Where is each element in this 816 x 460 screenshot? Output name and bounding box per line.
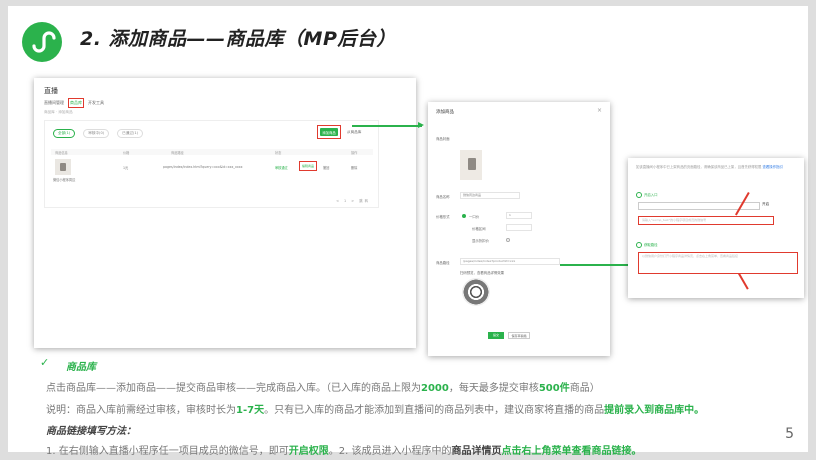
col-info: 商品信息 xyxy=(55,151,68,155)
cover-label: 商品封面 xyxy=(436,137,450,141)
path-label: 商品路径 xyxy=(436,261,450,265)
arrow-to-dialog-icon xyxy=(352,122,424,128)
line1-end: 商品） xyxy=(569,383,600,394)
path-field[interactable]: /pages/index/index?productId=xxx xyxy=(460,258,560,265)
page-number: 5 xyxy=(785,426,794,442)
line1-mid: ，每天最多提交审核 xyxy=(448,383,539,394)
permission-intro: 如该直播间小程序中已上架商品的页面路径，请确保该商品已上架，且首先获得权限 查看… xyxy=(636,164,786,170)
discount-radio[interactable] xyxy=(506,238,510,242)
qr-code-icon xyxy=(462,278,490,306)
line3-mid: 。2. 该成员进入小程序中的 xyxy=(328,446,452,457)
name-label: 商品名称 xyxy=(436,195,450,199)
col-path: 商品路径 xyxy=(171,151,184,155)
add-product-dialog-screenshot: 添加商品 × 商品封面 商品名称 微信周边商品 价格形式 一口价 1 价格区间 … xyxy=(428,102,610,356)
submit-button[interactable]: 提交 xyxy=(488,332,504,339)
product-path: pages/index/index.html?query=xxx&id=xxx_… xyxy=(163,165,243,169)
status-badge: 审核通过 xyxy=(275,166,288,170)
price-form-label: 价格形式 xyxy=(436,215,450,219)
intro-text: 如该直播间小程序中已上架商品的页面路径，请确保该商品已上架，且首先获得权限 xyxy=(636,165,762,169)
line3-bold: 商品详情页 xyxy=(451,446,502,457)
line1-text: 点击商品库——添加商品——提交商品审核——完成商品入库。（已入库的商品上限为 xyxy=(46,383,421,394)
mini-program-logo-icon xyxy=(22,22,62,62)
edit-product-button[interactable]: 编辑商品 xyxy=(299,161,317,171)
close-icon[interactable]: × xyxy=(597,107,602,114)
check-icon: ✓ xyxy=(40,356,50,369)
table-row: 微信小程序周边 1元 pages/index/index.html?query=… xyxy=(51,157,373,191)
breadcrumb: 商品库 · 添加商品 xyxy=(44,110,73,114)
col-status: 状态 xyxy=(275,151,282,155)
fill-method-heading: 商品链接填写方法： xyxy=(46,426,136,437)
annotation-line-icon xyxy=(738,273,749,290)
tab-room-management[interactable]: 直播间管理 xyxy=(44,100,64,106)
import-link[interactable]: 从商品库 xyxy=(347,130,361,135)
product-price: 1元 xyxy=(123,166,129,170)
tab-dev-tools[interactable]: 开发工具 xyxy=(88,100,104,106)
filter-reviewing[interactable]: 审核中(0) xyxy=(83,129,110,138)
tip-box-wechat-id: 请输入"wxmp_test"的小程序项目成员的微信号 xyxy=(638,216,774,225)
col-actions: 操作 xyxy=(351,151,358,155)
line2-emphasis: 提前录入到商品库中。 xyxy=(604,405,705,416)
delete-link[interactable]: 删除 xyxy=(351,165,357,170)
line2-mid: 。只有已入库的商品才能添加到直播间的商品列表中，建议商家将直播的商品 xyxy=(264,405,605,416)
product-thumbnail xyxy=(55,159,71,175)
price-range-label: 价格区间 xyxy=(472,227,486,231)
dialog-title: 添加商品 xyxy=(436,110,454,115)
price-range-field[interactable] xyxy=(506,224,532,231)
price-option-label: 一口价 xyxy=(469,215,480,219)
name-field[interactable]: 微信周边商品 xyxy=(460,192,520,199)
path-hint: 扫码预览，查看商品详情效果 xyxy=(460,271,505,275)
tab-bar: 直播间管理 商品库 开发工具 xyxy=(44,98,104,108)
product-list-screenshot: 直播 直播间管理 商品库 开发工具 商品库 · 添加商品 全部(1) 审核中(0… xyxy=(34,78,416,348)
tab-product-library[interactable]: 商品库 xyxy=(68,98,84,108)
line3-emphasis: 开启权限 xyxy=(288,446,329,457)
price-field[interactable]: 1 xyxy=(506,212,532,219)
slide-title: 2. 添加商品——商品库（MP后台） xyxy=(80,28,396,50)
product-panel: 全部(1) 审核中(0) 已通过(1) 添加商品 从商品库 商品信息 价格 商品… xyxy=(44,120,379,208)
tip-box-path: 以微信用户身份打开小程序商品详情页，点击右上角菜单，查看商品链接 xyxy=(638,252,798,274)
add-product-highlight: 添加商品 xyxy=(317,125,341,139)
description-line-2: 说明：商品入库前需经过审核，审核时长为1-7天。只有已入库的商品才能添加到直播间… xyxy=(46,401,704,416)
daily-limit-value: 500件 xyxy=(538,383,570,394)
slide: 2. 添加商品——商品库（MP后台） 直播 直播间管理 商品库 开发工具 商品库… xyxy=(8,6,808,457)
line3-text: 1. 在右侧输入直播小程序任一项目成员的微信号，即可 xyxy=(46,446,289,457)
arrow-to-permission-icon xyxy=(560,261,634,267)
review-time: 1-7天 xyxy=(236,405,265,416)
price-radio[interactable] xyxy=(462,214,466,218)
discount-label: 显示折扣价 xyxy=(472,239,489,243)
line2-text: 说明：商品入库前需经过审核，审核时长为 xyxy=(46,405,236,416)
withdraw-link[interactable]: 撤回 xyxy=(323,165,329,170)
table-header: 商品信息 价格 商品路径 状态 操作 xyxy=(51,149,373,155)
cover-image[interactable] xyxy=(460,150,482,180)
step-open-entry: 开启入口 xyxy=(636,192,658,198)
guide-link[interactable]: 查看操作指引 xyxy=(763,165,783,169)
filter-approved[interactable]: 已通过(1) xyxy=(117,129,144,138)
description-line-1: 点击商品库——添加商品——提交商品审核——完成商品入库。（已入库的商品上限为20… xyxy=(46,379,600,394)
step-get-path: 获取路径 xyxy=(636,242,658,248)
limit-value: 2000 xyxy=(421,383,449,394)
filter-all[interactable]: 全部(1) xyxy=(53,129,76,138)
permission-screenshot: 如该直播间小程序中已上架商品的页面路径，请确保该商品已上架，且首先获得权限 查看… xyxy=(628,158,804,298)
add-product-button[interactable]: 添加商品 xyxy=(320,128,338,136)
screen-header: 直播 xyxy=(44,87,58,95)
open-button[interactable]: 开启 xyxy=(762,202,769,207)
line3-end: 点击右上角菜单查看商品链接。 xyxy=(501,446,642,457)
section-heading: 商品库 xyxy=(66,362,96,373)
status-filters: 全部(1) 审核中(0) 已通过(1) xyxy=(53,129,144,138)
save-draft-button[interactable]: 保存草稿箱 xyxy=(508,332,530,339)
pagination[interactable]: < 1 > 跳转 xyxy=(336,198,370,203)
col-price: 价格 xyxy=(123,151,130,155)
product-name: 微信小程序周边 xyxy=(53,178,76,182)
description-line-3: 1. 在右侧输入直播小程序任一项目成员的微信号，即可开启权限。2. 该成员进入小… xyxy=(46,442,641,457)
